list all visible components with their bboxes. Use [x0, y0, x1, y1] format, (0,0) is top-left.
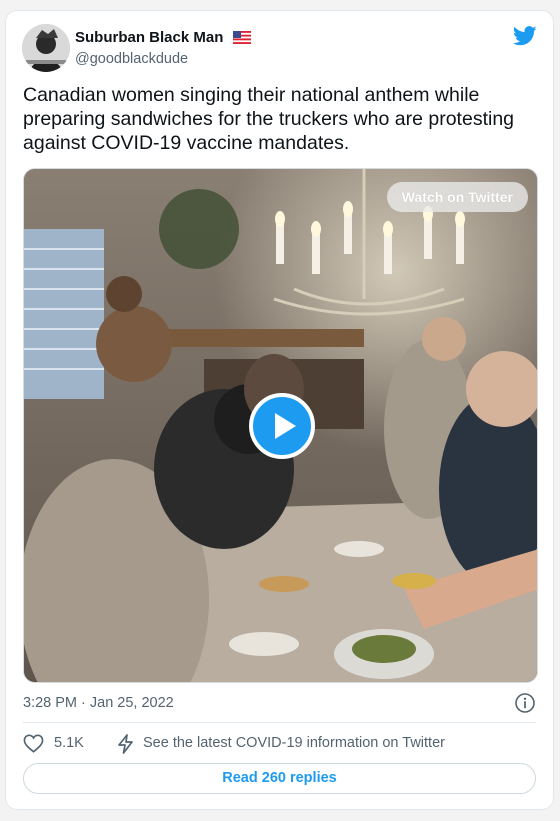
- lightning-bolt-icon: [118, 734, 133, 754]
- tweet-actions: 5.1K See the latest COVID-19 information…: [23, 732, 536, 754]
- us-flag-icon: [232, 30, 252, 49]
- play-icon: [275, 413, 296, 439]
- tweet-timestamp[interactable]: 3:28 PM · Jan 25, 2022: [23, 693, 174, 713]
- tweet-header: Suburban Black Man @goodblackdude: [22, 24, 537, 72]
- twitter-bird-icon[interactable]: [512, 26, 537, 46]
- divider: [23, 722, 536, 723]
- avatar[interactable]: [22, 24, 70, 72]
- video-media[interactable]: Watch on Twitter: [23, 168, 538, 683]
- read-replies-button[interactable]: Read 260 replies: [23, 763, 536, 794]
- author-display-name[interactable]: Suburban Black Man: [75, 29, 223, 46]
- tweet-text: Canadian women singing their national an…: [23, 84, 520, 154]
- tweet-card: Suburban Black Man @goodblackdude Canadi…: [5, 10, 554, 810]
- info-icon[interactable]: [514, 692, 536, 714]
- heart-icon: [23, 734, 44, 753]
- author-names: Suburban Black Man @goodblackdude: [75, 28, 252, 69]
- play-button[interactable]: [249, 393, 315, 459]
- author-handle[interactable]: @goodblackdude: [75, 49, 251, 69]
- like-count: 5.1K: [54, 735, 84, 751]
- watch-on-twitter-button[interactable]: Watch on Twitter: [386, 182, 528, 212]
- covid-info-label: See the latest COVID-19 information on T…: [143, 735, 445, 751]
